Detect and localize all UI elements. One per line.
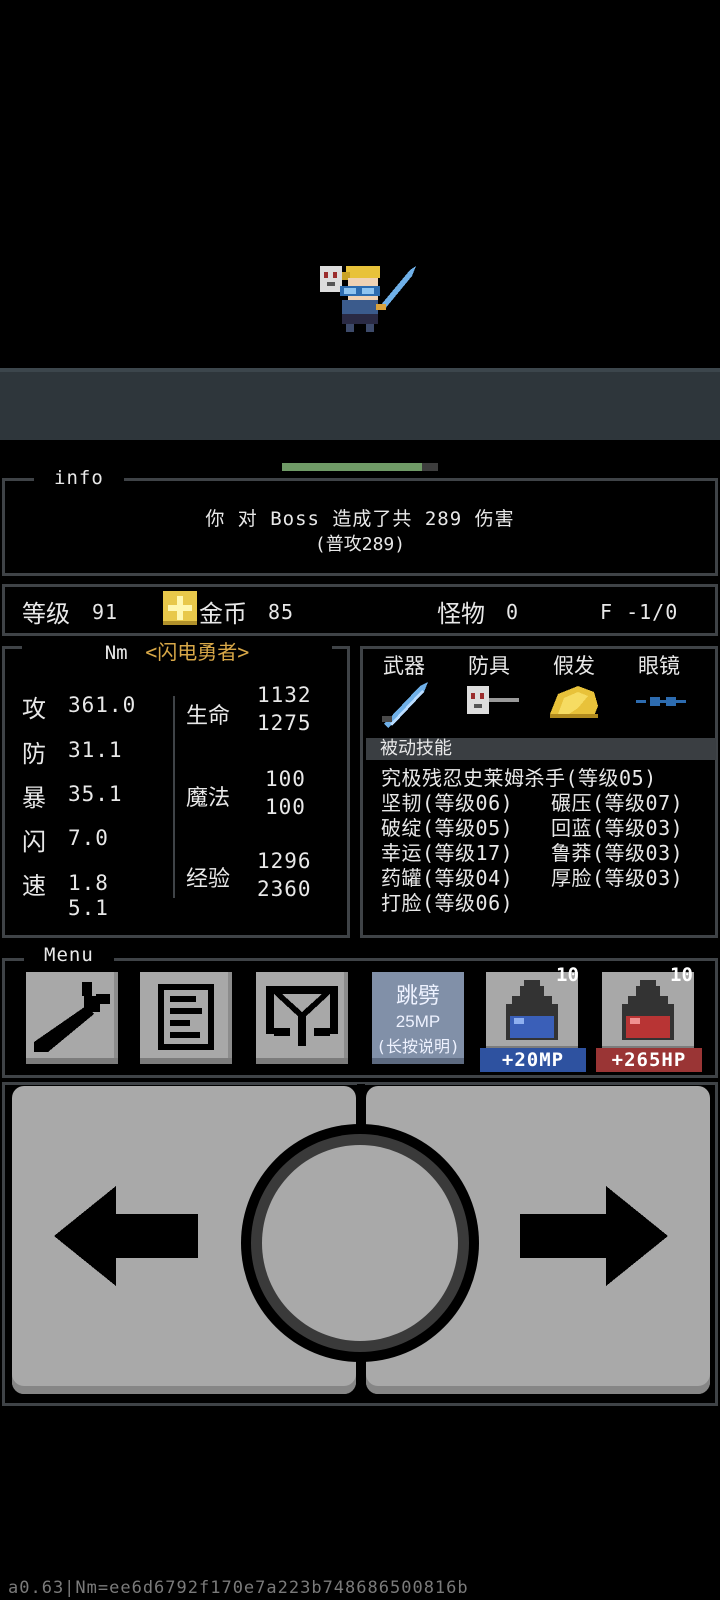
wrench-icon	[34, 982, 110, 1052]
skill-name: 跳劈	[395, 984, 440, 1009]
glasses-slot-label: 眼镜	[638, 654, 680, 678]
wig-icon[interactable]	[548, 684, 600, 720]
armor-slot-label: 防具	[468, 654, 510, 678]
crit-label: 暴	[22, 784, 46, 812]
ground-edge	[0, 368, 720, 372]
dodge-value: 7.0	[68, 826, 109, 850]
level-label: 等级	[22, 600, 70, 628]
character-name: Nm	[104, 642, 128, 664]
armor-icon	[266, 986, 338, 1046]
speed-label: 速	[22, 872, 46, 900]
hero-sprite	[320, 266, 416, 332]
hp-potion-count: 10	[670, 964, 693, 986]
exp-label: 经验	[186, 867, 231, 892]
hp-max: 1275	[257, 711, 312, 735]
gold-value: 85	[268, 600, 295, 624]
active-skill-button[interactable]: 跳劈 25MP (长按说明)	[372, 972, 464, 1064]
exp-max: 2360	[257, 877, 312, 901]
ground-strip	[0, 368, 720, 440]
character-title: <闪电勇者>	[145, 640, 250, 664]
crit-value: 35.1	[68, 782, 123, 806]
mp-potion-label: +20MP	[480, 1048, 586, 1072]
glasses-icon[interactable]	[636, 694, 686, 710]
damage-message: 你 对 Boss 造成了共 289 伤害	[205, 508, 515, 530]
boss-hp-bar-fill	[282, 463, 422, 471]
hp-potion-label: +265HP	[596, 1048, 702, 1072]
sword-icon[interactable]	[380, 680, 432, 728]
speed-value: 1.8	[68, 871, 109, 895]
passive-skills-header: 被动技能	[366, 738, 716, 760]
equipment-button[interactable]	[256, 972, 348, 1064]
attack-label: 攻	[22, 695, 46, 723]
gold-icon	[163, 591, 197, 625]
weapon-slot-label: 武器	[383, 654, 425, 678]
passive-skill-item[interactable]: 打脸(等级06)	[381, 887, 513, 916]
character-heading: Nm <闪电勇者>	[22, 636, 332, 664]
attack-value: 361.0	[68, 693, 137, 717]
mp-potion-count: 10	[556, 964, 579, 986]
mask-armor-icon[interactable]	[465, 684, 521, 718]
floor-indicator: F -1/0	[600, 600, 679, 624]
mp-current: 100	[265, 767, 306, 791]
speed-value-secondary: 5.1	[68, 896, 109, 920]
stats-divider	[173, 696, 175, 898]
defense-value: 31.1	[68, 738, 123, 762]
passive-skill-item[interactable]: 厚脸(等级03)	[551, 862, 683, 891]
settings-button[interactable]	[26, 972, 118, 1064]
exp-current: 1296	[257, 849, 312, 873]
log-button[interactable]	[140, 972, 232, 1064]
skill-cost: 25MP	[395, 1012, 441, 1031]
damage-detail: (普攻289)	[314, 534, 406, 555]
version-footer: a0.63|Nm=ee6d6792f170e7a223b748686500816…	[8, 1578, 469, 1598]
hp-current: 1132	[257, 683, 312, 707]
hp-label: 生命	[186, 704, 231, 729]
gold-label: 金币	[199, 600, 247, 628]
defense-label: 防	[22, 740, 46, 768]
level-value: 91	[92, 600, 119, 624]
wig-slot-label: 假发	[553, 654, 595, 678]
monster-value: 0	[506, 600, 520, 624]
skill-hint: (长按说明)	[376, 1037, 460, 1056]
dodge-label: 闪	[22, 828, 46, 856]
document-icon	[158, 984, 214, 1050]
monster-label: 怪物	[437, 600, 485, 628]
menu-title: Menu	[24, 944, 114, 966]
mp-label: 魔法	[186, 786, 231, 811]
mp-max: 100	[265, 795, 306, 819]
attack-button[interactable]	[262, 1145, 458, 1341]
info-title: info	[34, 467, 124, 489]
